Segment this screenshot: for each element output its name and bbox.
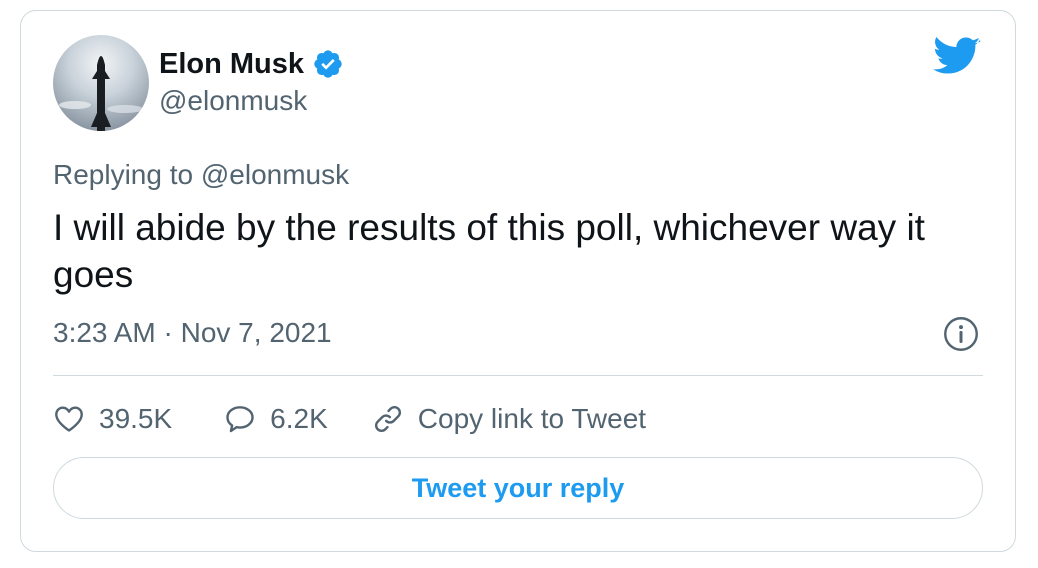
like-button[interactable]: 39.5K (53, 403, 172, 435)
replying-mention[interactable]: @elonmusk (201, 159, 349, 190)
reply-count: 6.2K (270, 403, 328, 434)
reply-button[interactable]: 6.2K (224, 403, 328, 435)
tweet-your-reply-button[interactable]: Tweet your reply (53, 457, 983, 519)
verified-badge-icon (314, 50, 342, 78)
author-block: Elon Musk @elonmusk (159, 45, 344, 117)
author-handle[interactable]: @elonmusk (159, 85, 344, 117)
twitter-bird-icon[interactable] (933, 37, 981, 77)
heart-icon (55, 406, 83, 432)
divider (53, 375, 983, 376)
link-icon (374, 405, 401, 433)
author-name[interactable]: Elon Musk (159, 48, 304, 81)
info-icon[interactable] (943, 316, 979, 352)
copy-link-label: Copy link to Tweet (417, 403, 647, 434)
copy-link-button[interactable]: Copy link to Tweet (372, 403, 646, 435)
action-bar: 39.5K 6.2K Copy link to Tweet (53, 397, 646, 441)
tweet-text: I will abide by the results of this poll… (53, 207, 925, 295)
replying-to: Replying to @elonmusk (53, 159, 349, 191)
like-count: 39.5K (99, 403, 173, 434)
speech-bubble-icon (226, 406, 254, 433)
avatar[interactable] (53, 35, 149, 131)
tweet-timestamp[interactable]: 3:23 AM · Nov 7, 2021 (53, 317, 332, 349)
replying-prefix: Replying to (53, 159, 194, 190)
tweet-card: Elon Musk @elonmusk Replying to @elonmus… (20, 10, 1016, 552)
author-name-row: Elon Musk (159, 45, 344, 83)
avatar-image (53, 35, 149, 131)
